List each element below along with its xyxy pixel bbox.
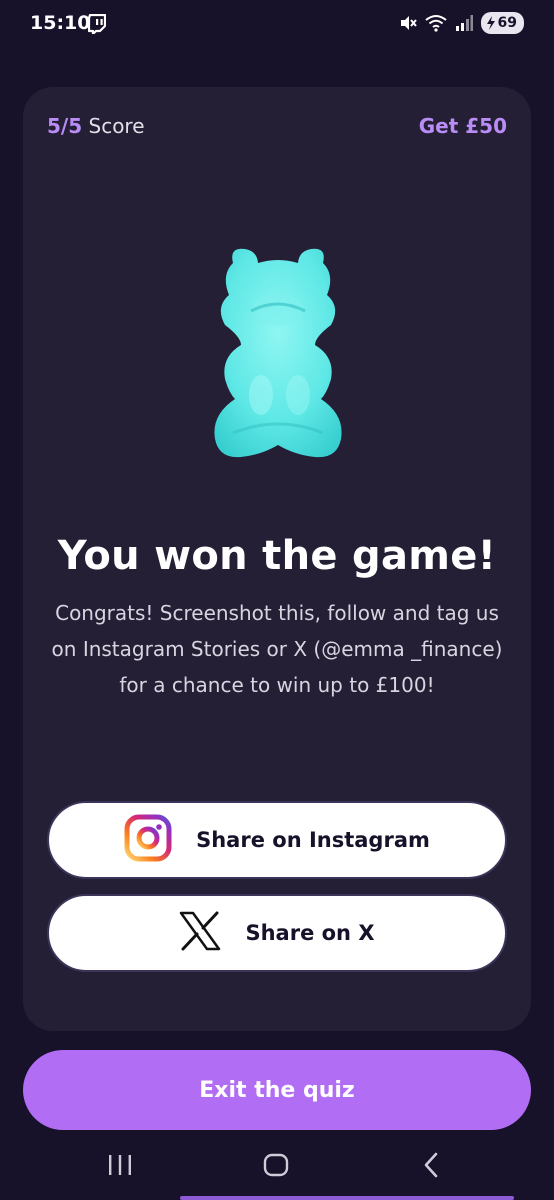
battery-level: 69: [497, 15, 517, 31]
share-instagram-label: Share on Instagram: [196, 828, 430, 852]
reward-label: Get £50: [418, 114, 507, 138]
score-label: Score: [88, 114, 145, 138]
result-card: 5/5 Score Get £50 You won the game! Cong…: [23, 87, 531, 1031]
battery-icon: 69: [480, 12, 524, 34]
body-text: Congrats! Screenshot this, follow and ta…: [51, 601, 503, 697]
status-bar: 15:10 69: [0, 0, 554, 52]
twitch-icon: [87, 13, 107, 36]
status-time: 15:10: [30, 12, 91, 34]
exit-quiz-button[interactable]: Exit the quiz: [23, 1050, 531, 1130]
headline: You won the game!: [57, 533, 497, 579]
back-icon[interactable]: [422, 1152, 440, 1182]
score-value: 5/5: [47, 114, 83, 138]
x-logo-icon: [179, 911, 221, 956]
instagram-icon: [124, 814, 172, 867]
share-instagram-button[interactable]: Share on Instagram: [47, 801, 507, 879]
gummy-bear-icon: [203, 245, 353, 471]
share-x-button[interactable]: Share on X: [47, 894, 507, 972]
gesture-indicator: [180, 1196, 514, 1200]
status-icons: 69: [399, 12, 524, 34]
system-nav-bar: [0, 1140, 554, 1200]
home-icon[interactable]: [263, 1153, 289, 1181]
mute-icon: [399, 14, 417, 32]
signal-icon: [455, 15, 473, 31]
score: 5/5 Score: [47, 114, 145, 138]
recents-icon[interactable]: [108, 1154, 132, 1180]
share-x-label: Share on X: [245, 921, 375, 945]
wifi-icon: [424, 14, 447, 32]
